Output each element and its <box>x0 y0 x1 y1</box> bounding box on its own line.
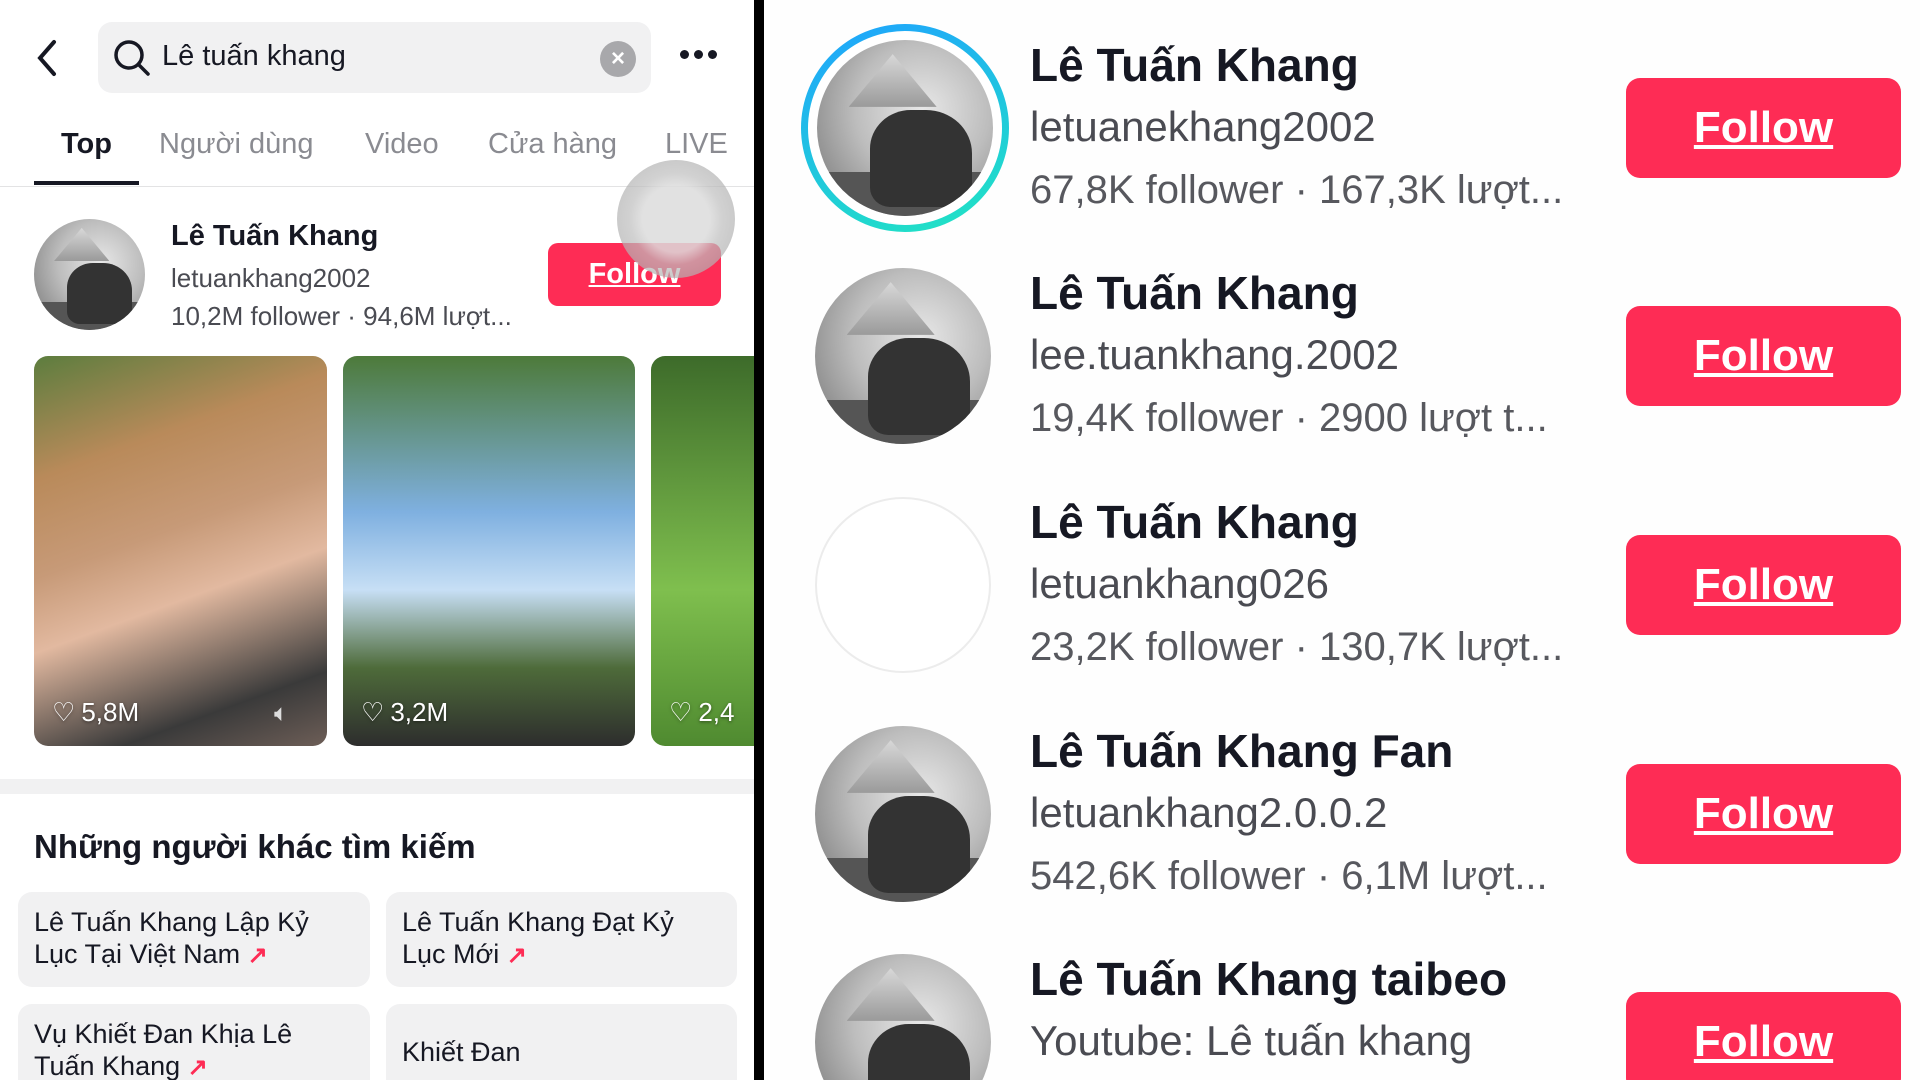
heart-icon: ♡ <box>361 697 385 727</box>
video-thumbnail[interactable]: ♡ 3,2M <box>343 356 635 746</box>
follow-button[interactable]: Follow <box>1626 78 1901 178</box>
video-likes: ♡ 5,8M <box>52 697 140 727</box>
search-results-panel: Lê tuấn khang × Top Người dùng Video Cửa… <box>0 0 754 1080</box>
user-avatar[interactable] <box>815 726 991 902</box>
related-search-chip[interactable]: Vụ Khiết Đan Khịa Lê Tuấn Khang ↗ <box>18 1004 370 1080</box>
search-input[interactable]: Lê tuấn khang × <box>98 22 651 93</box>
heart-icon: ♡ <box>52 697 76 727</box>
user-stats: 542,6K follower · 6,1M lượt... <box>1030 854 1548 898</box>
user-stats: 67,8K follower · 167,3K lượt... <box>1030 168 1564 212</box>
user-name[interactable]: Lê Tuấn Khang taibeo <box>1030 952 1507 1006</box>
follow-button[interactable]: Follow <box>1626 306 1901 406</box>
user-handle: Youtube: Lê tuấn khang <box>1030 1017 1473 1064</box>
top-user-stats: 10,2M follower · 94,6M lượt... <box>171 301 512 331</box>
user-stats: 23,2K follower · 130,7K lượt... <box>1030 625 1564 669</box>
more-options-button[interactable] <box>680 50 718 66</box>
related-search-chip[interactable]: Khiết Đan <box>386 1004 737 1080</box>
video-likes: ♡ 2,4 <box>669 697 735 727</box>
top-user-name[interactable]: Lê Tuấn Khang <box>171 220 378 253</box>
user-handle: letuanekhang2002 <box>1030 103 1376 150</box>
clear-search-button[interactable]: × <box>600 41 636 77</box>
top-user-handle: letuankhang2002 <box>171 263 371 293</box>
back-button[interactable] <box>30 38 66 78</box>
video-thumbnail[interactable]: ♡ 2,4 <box>651 356 754 746</box>
user-avatar[interactable] <box>815 268 991 444</box>
mute-icon[interactable]: 🔈︎ <box>274 700 288 728</box>
user-avatar[interactable] <box>815 954 991 1080</box>
tab-live[interactable]: LIVE <box>665 128 728 161</box>
top-user-avatar[interactable] <box>34 219 145 330</box>
trending-icon: ↗ <box>187 1054 208 1080</box>
split-divider <box>754 0 764 1080</box>
user-stats: 19,4K follower · 2900 lượt t... <box>1030 396 1548 440</box>
tab-video[interactable]: Video <box>365 128 439 161</box>
related-search-chip[interactable]: Lê Tuấn Khang Đạt Kỷ Lục Mới ↗ <box>386 892 737 987</box>
user-avatar[interactable] <box>815 497 991 673</box>
related-search-chip[interactable]: Lê Tuấn Khang Lập Kỷ Lục Tại Việt Nam ↗ <box>18 892 370 987</box>
search-icon <box>114 40 150 76</box>
tab-users[interactable]: Người dùng <box>159 128 314 161</box>
video-thumbnail[interactable]: ♡ 5,8M 🔈︎ <box>34 356 327 746</box>
follow-button[interactable]: Follow <box>1626 764 1901 864</box>
tab-shop[interactable]: Cửa hàng <box>488 128 617 161</box>
story-ring[interactable] <box>801 24 1009 232</box>
heart-icon: ♡ <box>669 697 693 727</box>
chevron-left-icon <box>37 40 56 76</box>
user-name[interactable]: Lê Tuấn Khang <box>1030 266 1359 320</box>
video-likes: ♡ 3,2M <box>361 697 449 727</box>
trending-icon: ↗ <box>247 942 268 969</box>
follow-button[interactable]: Follow <box>1626 535 1901 635</box>
tab-top[interactable]: Top <box>61 128 112 161</box>
follow-button[interactable]: Follow <box>1626 992 1901 1080</box>
others-searched-heading: Những người khác tìm kiếm <box>34 828 476 865</box>
search-query[interactable]: Lê tuấn khang <box>162 40 346 73</box>
trending-icon: ↗ <box>506 942 527 969</box>
user-handle: letuankhang026 <box>1030 560 1329 607</box>
user-name[interactable]: Lê Tuấn Khang Fan <box>1030 724 1453 778</box>
user-name[interactable]: Lê Tuấn Khang <box>1030 495 1359 549</box>
user-avatar[interactable] <box>817 40 993 216</box>
section-separator <box>0 779 754 794</box>
active-tab-indicator <box>34 181 139 185</box>
user-handle: lee.tuankhang.2002 <box>1030 331 1399 378</box>
user-handle: letuankhang2.0.0.2 <box>1030 789 1388 836</box>
zoomed-user-list: Lê Tuấn Khang letuanekhang2002 67,8K follo… <box>764 0 1920 1080</box>
touch-indicator <box>617 160 735 278</box>
user-name[interactable]: Lê Tuấn Khang <box>1030 38 1359 92</box>
